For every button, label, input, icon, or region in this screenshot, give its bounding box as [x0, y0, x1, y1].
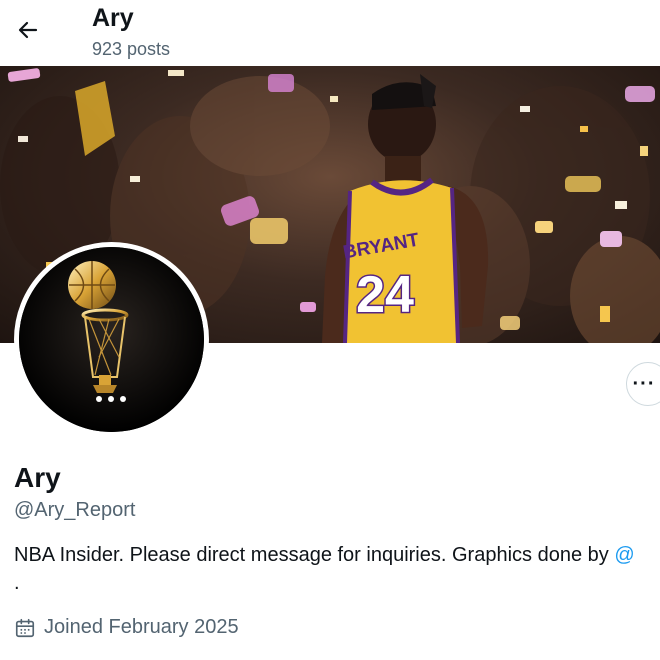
more-options-button[interactable]: ···	[626, 362, 660, 406]
arrow-left-icon	[18, 21, 38, 39]
back-button[interactable]	[10, 12, 46, 48]
header-name: Ary	[92, 4, 134, 32]
bio-extra-line: .	[14, 572, 20, 594]
joined-text: Joined February 2025	[44, 616, 239, 638]
bio-text: NBA Insider. Please direct message for i…	[14, 544, 609, 566]
profile-bio: NBA Insider. Please direct message for i…	[14, 544, 660, 567]
joined-date: Joined February 2025	[14, 616, 239, 639]
profile-avatar[interactable]	[14, 242, 209, 437]
calendar-icon	[15, 618, 35, 637]
bio-mention-link[interactable]: @	[614, 544, 634, 566]
jersey-number: 24	[356, 266, 414, 324]
display-name: Ary	[14, 462, 61, 493]
trophy-avatar-image	[19, 247, 204, 432]
profile-header: Ary 923 posts	[0, 0, 660, 66]
user-handle: @Ary_Report	[14, 499, 136, 521]
post-count: 923 posts	[92, 39, 171, 59]
more-icon: ···	[632, 372, 656, 395]
